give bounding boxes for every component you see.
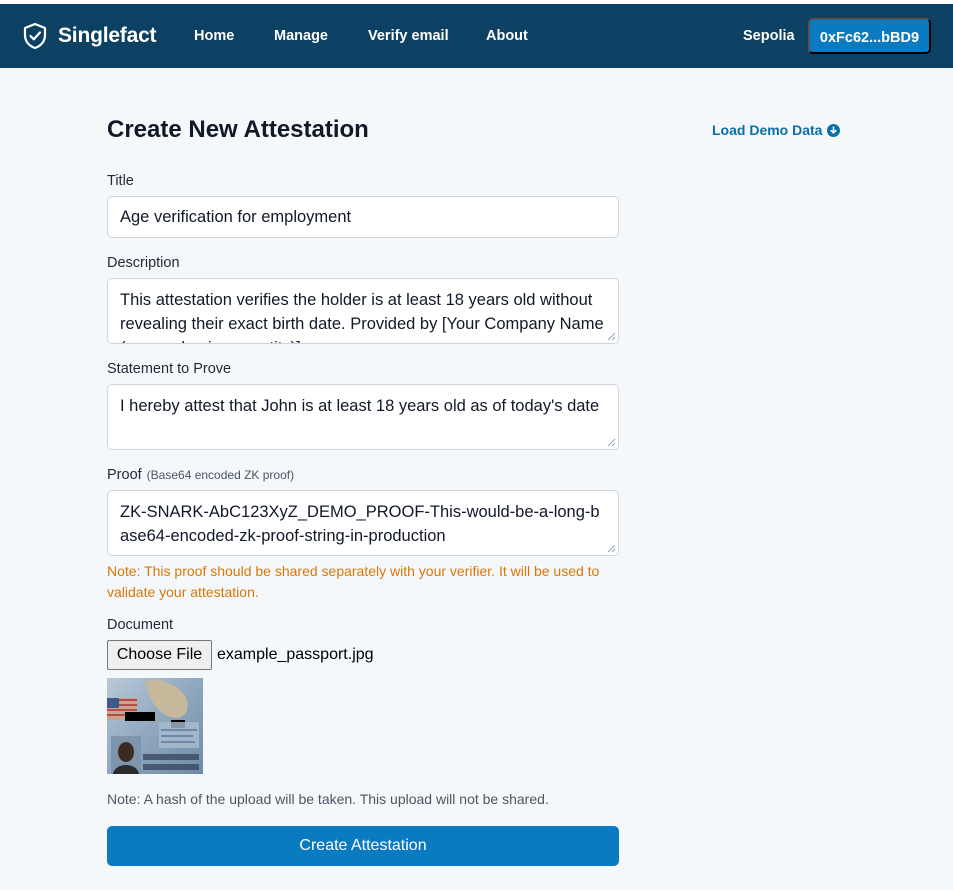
nav-link-manage[interactable]: Manage <box>274 4 328 68</box>
resize-handle-icon[interactable] <box>607 332 616 341</box>
description-textarea[interactable]: This attestation verifies the holder is … <box>107 278 619 344</box>
proof-textarea[interactable]: ZK-SNARK-AbC123XyZ_DEMO_PROOF-This-would… <box>107 490 619 556</box>
selected-file-name: example_passport.jpg <box>217 646 374 663</box>
statement-text: I hereby attest that John is at least 18… <box>120 397 600 415</box>
proof-text: ZK-SNARK-AbC123XyZ_DEMO_PROOF-This-would… <box>120 503 600 545</box>
load-demo-data-label: Load Demo Data <box>712 122 823 138</box>
page-title: Create New Attestation <box>107 116 369 143</box>
navbar: Singlefact Home Manage Verify email Abou… <box>0 4 953 68</box>
nav-link-verify-email[interactable]: Verify email <box>368 4 449 68</box>
document-preview-image <box>107 678 203 774</box>
proof-label-text: Proof <box>107 467 142 483</box>
nav-link-about[interactable]: About <box>486 4 528 68</box>
create-attestation-button[interactable]: Create Attestation <box>107 826 619 866</box>
proof-hint: (Base64 encoded ZK proof) <box>146 468 295 482</box>
upload-hash-note: Note: A hash of the upload will be taken… <box>107 791 549 807</box>
brand-name: Singlefact <box>58 24 157 47</box>
load-demo-data-link[interactable]: Load Demo Data <box>712 122 841 138</box>
document-label: Document <box>107 617 174 633</box>
proof-label: Proof (Base64 encoded ZK proof) <box>107 467 294 483</box>
description-text: This attestation verifies the holder is … <box>120 291 604 343</box>
title-label: Title <box>107 173 134 189</box>
statement-textarea[interactable]: I hereby attest that John is at least 18… <box>107 384 619 450</box>
shield-check-icon <box>22 22 48 50</box>
brand[interactable]: Singlefact <box>22 4 157 68</box>
proof-note: Note: This proof should be shared separa… <box>107 563 600 600</box>
description-label: Description <box>107 255 180 271</box>
resize-handle-icon[interactable] <box>607 544 616 553</box>
resize-handle-icon[interactable] <box>607 438 616 447</box>
statement-label: Statement to Prove <box>107 361 232 377</box>
arrow-down-circle-icon <box>827 123 841 137</box>
network-indicator: Sepolia <box>743 28 795 44</box>
title-input[interactable]: Age verification for employment <box>107 196 619 238</box>
choose-file-button[interactable]: Choose File <box>107 640 212 670</box>
wallet-button[interactable]: 0xFc62...bBD9 <box>808 18 931 54</box>
nav-link-home[interactable]: Home <box>194 4 234 68</box>
